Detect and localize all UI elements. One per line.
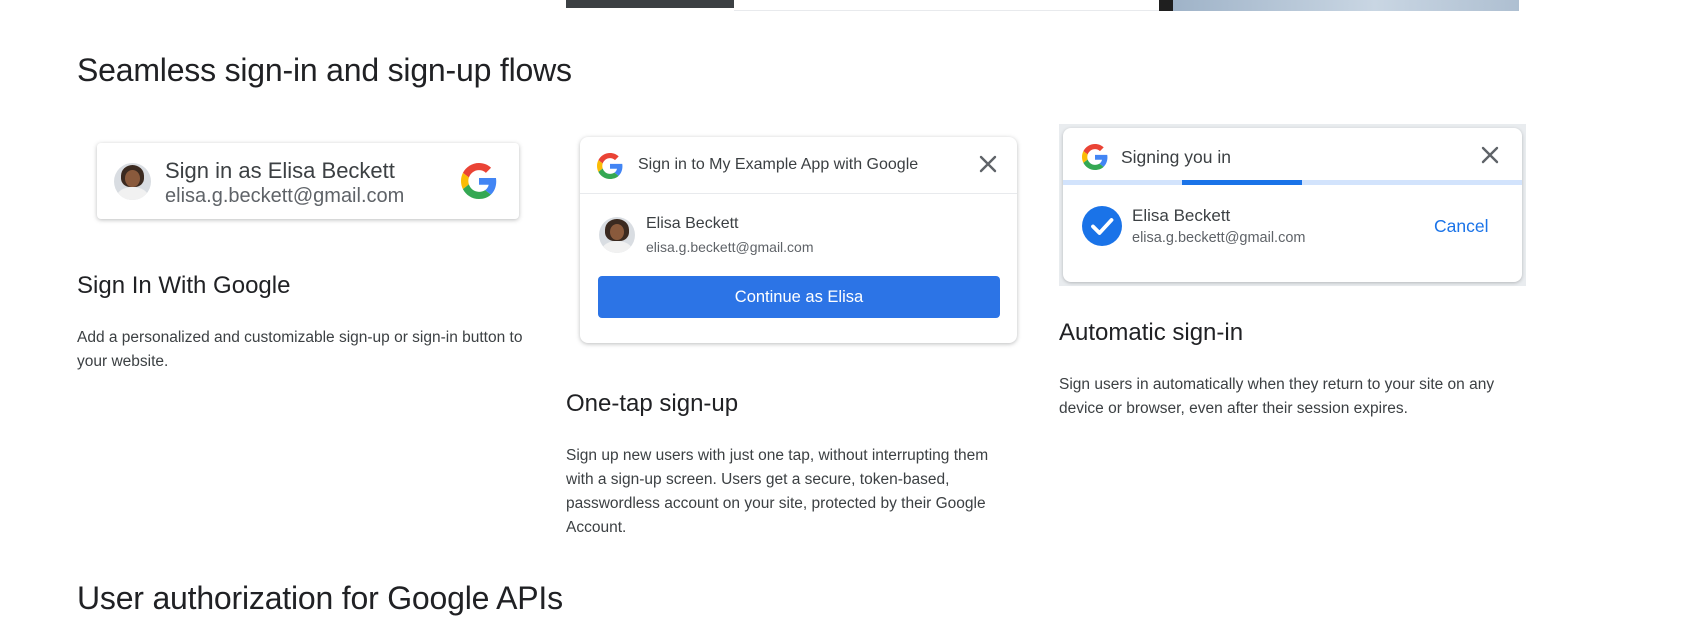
account-email: elisa.g.beckett@gmail.com [1132,230,1306,246]
sign-in-button-preview[interactable]: Sign in as Elisa Beckett elisa.g.beckett… [97,143,519,219]
feature-title: One-tap sign-up [566,390,739,417]
close-icon[interactable] [976,152,1000,176]
account-name: Elisa Beckett [1132,206,1231,225]
progress-fill [1182,180,1302,185]
account-name: Elisa Beckett [646,215,739,232]
cancel-button[interactable]: Cancel [1434,216,1488,237]
sign-in-button-label: Sign in as Elisa Beckett [165,158,395,183]
feature-title: Automatic sign-in [1059,319,1244,346]
one-tap-header-title: Sign in to My Example App with Google [638,156,919,173]
auto-sign-in-preview: Signing you in Elisa Beckett elisa.g.bec… [1063,128,1522,282]
check-circle-icon [1082,206,1122,246]
avatar [599,217,635,253]
top-divider [734,10,1159,11]
section-title: Seamless sign-in and sign-up flows [77,52,572,88]
close-icon[interactable] [1478,143,1502,167]
one-tap-prompt-preview: Sign in to My Example App with Google El… [580,137,1017,343]
next-section-title: User authorization for Google APIs [77,580,563,616]
feature-description: Sign up new users with just one tap, wit… [566,447,989,536]
progress-bar [1063,180,1522,185]
top-photo [1159,0,1519,11]
feature-description: Sign users in automatically when they re… [1059,376,1495,417]
auto-sign-in-header-title: Signing you in [1121,147,1231,167]
google-logo-icon [597,153,623,179]
avatar [114,163,151,200]
google-logo-icon [1082,144,1108,170]
top-dark-bar [566,0,734,8]
continue-button[interactable]: Continue as Elisa [598,276,1000,318]
sign-in-button-email: elisa.g.beckett@gmail.com [165,185,405,207]
feature-description: Add a personalized and customizable sign… [77,329,523,370]
account-email: elisa.g.beckett@gmail.com [646,239,814,255]
header-divider [580,193,1017,194]
feature-title: Sign In With Google [77,272,291,299]
google-logo-icon [461,163,497,199]
